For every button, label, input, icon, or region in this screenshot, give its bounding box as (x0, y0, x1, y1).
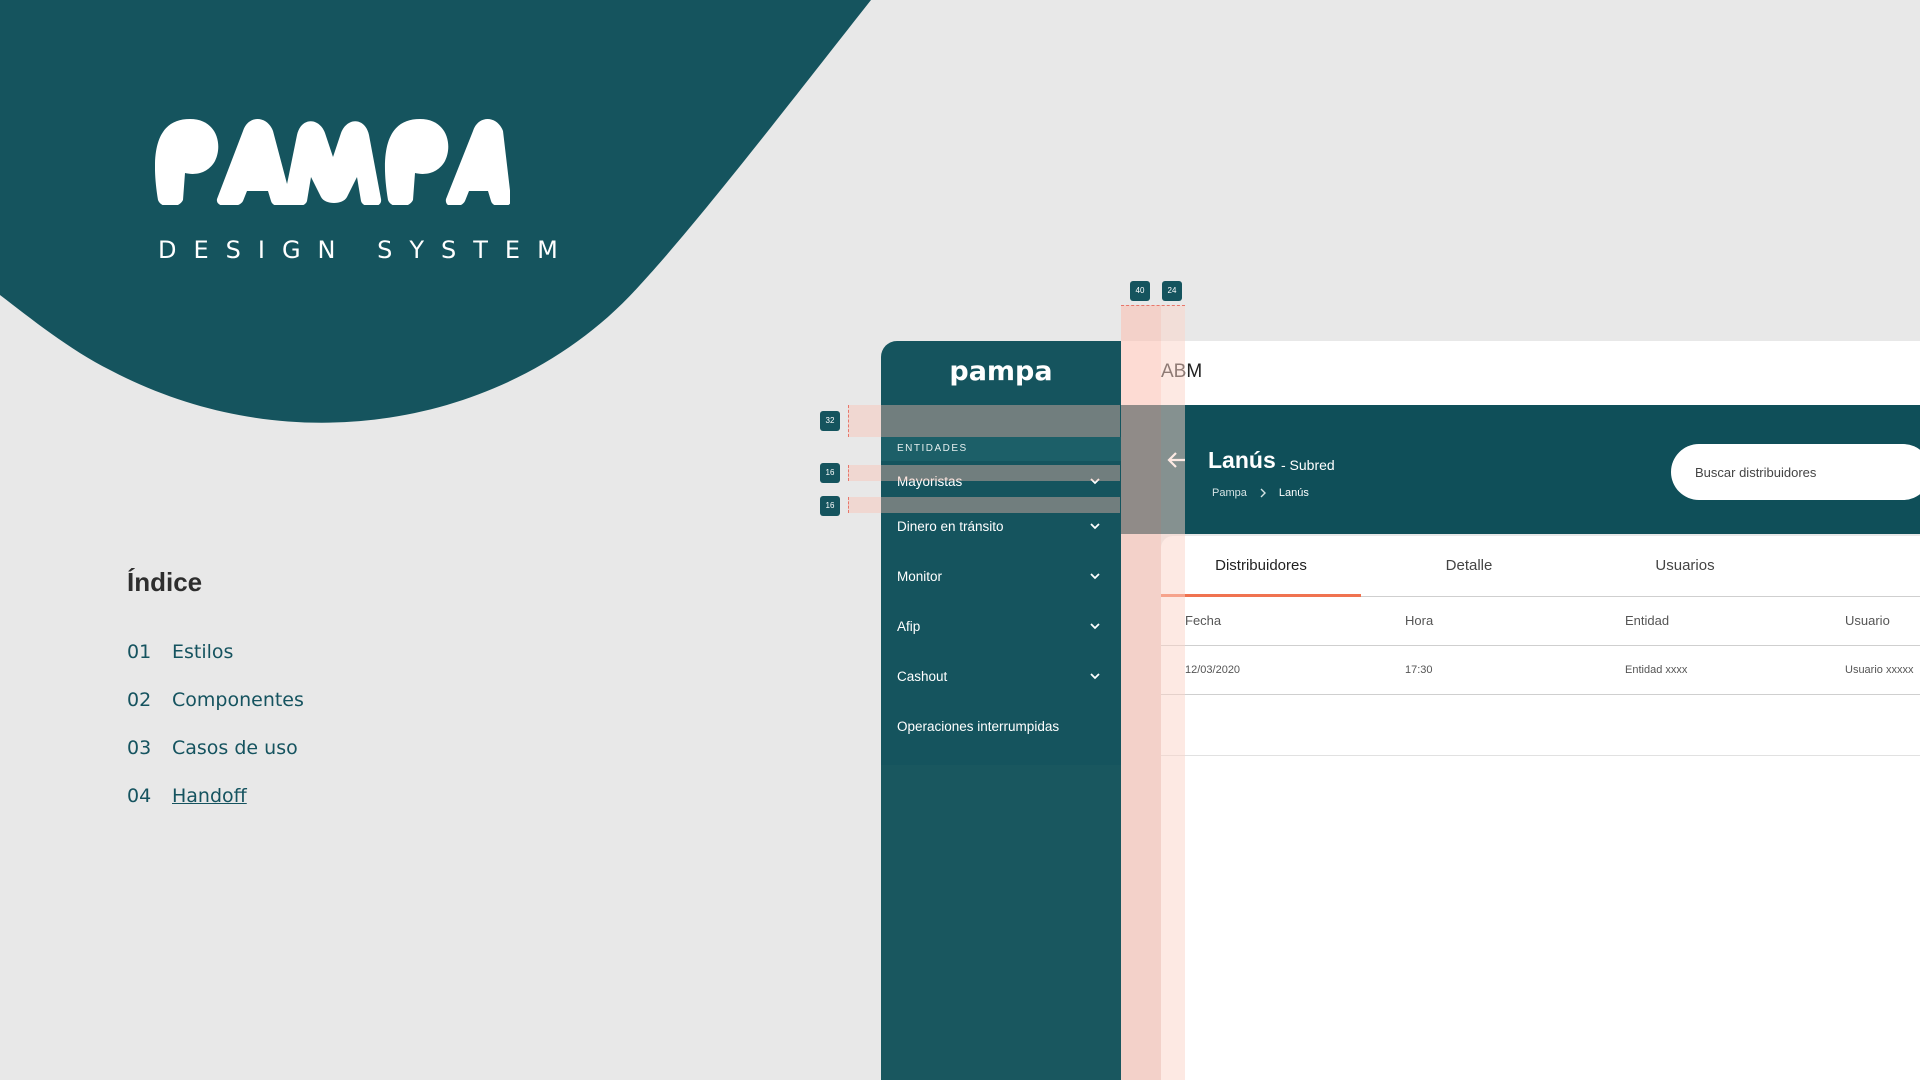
index-list: 01 Estilos 02 Componentes 03 Casos de uso 0… (127, 628, 304, 820)
entity-subtitle: - Subred (1281, 457, 1335, 473)
svg-text:pampa: pampa (949, 358, 1052, 387)
sidebar-section-entidades: ENTIDADES (881, 437, 1121, 461)
index-item[interactable]: 01 Estilos (127, 628, 304, 676)
sidebar-item-label: Cashout (897, 668, 948, 684)
tab-detalle[interactable]: Detalle (1361, 536, 1577, 596)
index-item[interactable]: 02 Componentes (127, 676, 304, 724)
sidebar-item-afip[interactable]: Afip (881, 601, 1121, 651)
table-cell: Entidad xxxx (1625, 664, 1688, 676)
column-header[interactable]: Hora (1405, 597, 1433, 645)
breadcrumb-current: Lanús (1278, 487, 1309, 499)
table-row[interactable]: 12/03/2020 17:30 Entidad xxxx Usuario xx… (1161, 646, 1920, 695)
table-cell: 17:30 (1405, 664, 1433, 676)
column-header[interactable]: Fecha (1185, 597, 1221, 645)
sidebar-item-monitor[interactable]: Monitor (881, 551, 1121, 601)
index-number: 03 (127, 737, 152, 759)
chevron-right-icon (1260, 488, 1266, 498)
redline-row-32 (848, 405, 1120, 437)
chevron-down-icon (1090, 673, 1100, 680)
spacing-badge: 40 (1130, 281, 1150, 301)
index-number: 01 (127, 641, 152, 663)
sidebar: pampa ENTIDADES Mayoristas Dinero en trá… (881, 341, 1121, 1080)
index-number: 02 (127, 689, 152, 711)
redline-dash (848, 465, 849, 481)
redline-column-24 (1161, 305, 1185, 1080)
sidebar-item-cashout[interactable]: Cashout (881, 651, 1121, 701)
index-label[interactable]: Componentes (172, 689, 304, 711)
column-header[interactable]: Entidad (1625, 597, 1669, 645)
chevron-down-icon (1090, 523, 1100, 530)
breadcrumb: Pampa Lanús (1212, 487, 1309, 499)
chevron-down-icon (1090, 573, 1100, 580)
tagline: DESIGN SYSTEM (158, 236, 575, 264)
redline-top-dash (1121, 305, 1185, 306)
breadcrumb-item[interactable]: Pampa (1212, 487, 1247, 499)
tab-usuarios[interactable]: Usuarios (1577, 536, 1793, 596)
table-cell: 12/03/2020 (1185, 664, 1241, 676)
entity-title: Lanús (1208, 447, 1276, 473)
tab-distribuidores[interactable]: Distribuidores (1161, 536, 1361, 596)
redline-dash (848, 405, 849, 437)
index-title: Índice (127, 567, 203, 597)
table-cell: Usuario xxxxx (1845, 664, 1914, 676)
hero-background-shape (0, 0, 871, 423)
sidebar-logo[interactable]: pampa (881, 341, 1121, 405)
index-link-handoff[interactable]: Handoff (172, 785, 247, 807)
index-item[interactable]: 04 Handoff (127, 772, 304, 820)
spacing-badge: 32 (820, 411, 840, 431)
content-card: Distribuidores Detalle Usuarios Fecha Ho… (1161, 536, 1920, 1080)
pampa-logo (155, 119, 510, 205)
pampa-wordmark: pampa (949, 358, 1052, 387)
sidebar-item-label: Dinero en tránsito (897, 518, 1004, 534)
search-input[interactable]: Buscar distribuidores (1671, 444, 1920, 500)
topbar: ABM (1121, 341, 1920, 405)
sidebar-item-operaciones-interrumpidas[interactable]: Operaciones interrumpidas (881, 701, 1121, 751)
sidebar-empty-area (881, 765, 1121, 1080)
chevron-down-icon (1090, 623, 1100, 630)
index-label[interactable]: Estilos (172, 641, 233, 663)
redline-row-16a (848, 465, 1120, 481)
redline-row-16b (848, 497, 1120, 513)
table-row-empty (1161, 695, 1920, 756)
sidebar-item-label: Operaciones interrumpidas (897, 718, 1060, 734)
sidebar-item-label: Afip (897, 618, 921, 634)
sidebar-item-label: Monitor (897, 568, 943, 584)
entity-header: Lanús - Subred Pampa Lanús Buscar distri… (1121, 405, 1920, 534)
redline-dash (848, 497, 849, 513)
redline-column-40 (1121, 305, 1161, 1080)
index-number: 04 (127, 785, 152, 807)
spacing-badge: 16 (820, 496, 840, 516)
spacing-badge: 16 (820, 463, 840, 483)
column-header[interactable]: Usuario (1845, 597, 1890, 645)
index-item[interactable]: 03 Casos de uso (127, 724, 304, 772)
tabs: Distribuidores Detalle Usuarios (1161, 536, 1920, 597)
app-mockup: pampa ENTIDADES Mayoristas Dinero en trá… (881, 341, 1920, 1080)
index-label[interactable]: Casos de uso (172, 737, 298, 759)
table-header: Fecha Hora Entidad Usuario (1161, 597, 1920, 646)
spacing-badge: 24 (1162, 281, 1182, 301)
